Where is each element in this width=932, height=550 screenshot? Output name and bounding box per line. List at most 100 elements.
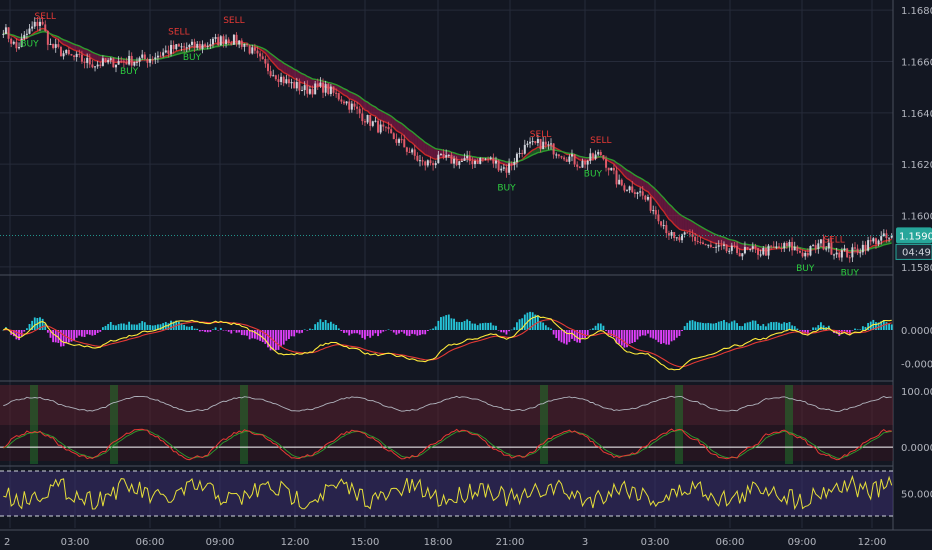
candle[interactable]: [117, 61, 120, 65]
trading-chart[interactable]: SELL BUY BUY SELL BUY SELL BUY SELL BUY SELL SELL B…: [0, 0, 932, 550]
candle[interactable]: [833, 254, 836, 256]
candle[interactable]: [356, 106, 359, 109]
candle[interactable]: [138, 57, 141, 62]
candle[interactable]: [660, 221, 663, 226]
candle[interactable]: [513, 162, 516, 165]
candle[interactable]: [607, 167, 610, 171]
candle[interactable]: [264, 59, 267, 64]
candle[interactable]: [757, 248, 760, 255]
candle[interactable]: [722, 244, 725, 246]
candle[interactable]: [170, 44, 173, 54]
candle[interactable]: [772, 246, 775, 248]
candle[interactable]: [576, 164, 579, 167]
candle[interactable]: [269, 71, 272, 77]
candle[interactable]: [319, 82, 322, 87]
candle[interactable]: [518, 153, 521, 155]
candle[interactable]: [358, 108, 361, 114]
candle[interactable]: [662, 225, 665, 227]
candle[interactable]: [133, 61, 136, 66]
candle[interactable]: [557, 154, 560, 157]
candle[interactable]: [196, 43, 199, 48]
candle[interactable]: [384, 126, 387, 128]
candle[interactable]: [183, 46, 186, 48]
candle[interactable]: [382, 124, 385, 127]
candle[interactable]: [363, 121, 366, 123]
candle[interactable]: [531, 141, 534, 143]
candle[interactable]: [416, 155, 419, 161]
candle[interactable]: [694, 236, 697, 242]
candle[interactable]: [12, 41, 15, 44]
candle[interactable]: [214, 37, 217, 39]
candle[interactable]: [25, 33, 28, 35]
candle[interactable]: [31, 26, 34, 29]
candle[interactable]: [521, 153, 524, 155]
candle[interactable]: [301, 90, 304, 92]
candle[interactable]: [316, 83, 319, 87]
candle[interactable]: [122, 61, 125, 63]
candle[interactable]: [374, 120, 377, 122]
candle[interactable]: [350, 103, 353, 110]
candle[interactable]: [654, 210, 657, 215]
candle[interactable]: [353, 103, 356, 107]
candle[interactable]: [460, 160, 463, 162]
candle[interactable]: [345, 101, 348, 104]
candle[interactable]: [408, 151, 411, 153]
candle[interactable]: [332, 86, 335, 93]
candle[interactable]: [287, 79, 290, 84]
candle[interactable]: [240, 40, 243, 47]
candle[interactable]: [665, 225, 668, 234]
candle[interactable]: [15, 41, 18, 49]
candle[interactable]: [49, 43, 52, 45]
candle[interactable]: [529, 141, 532, 144]
candle[interactable]: [809, 245, 812, 256]
candle[interactable]: [41, 21, 44, 25]
candle[interactable]: [867, 240, 870, 251]
candle[interactable]: [335, 92, 338, 94]
candle[interactable]: [702, 242, 705, 245]
candle[interactable]: [248, 45, 251, 54]
candle[interactable]: [675, 237, 678, 239]
candle[interactable]: [88, 57, 91, 65]
candle[interactable]: [398, 139, 401, 143]
candle[interactable]: [864, 244, 867, 251]
candle[interactable]: [67, 49, 70, 55]
candle[interactable]: [450, 154, 453, 164]
candle[interactable]: [759, 254, 762, 256]
candle[interactable]: [458, 161, 461, 166]
candle[interactable]: [426, 160, 429, 166]
candle[interactable]: [508, 163, 511, 173]
candle[interactable]: [825, 248, 828, 250]
candle[interactable]: [463, 158, 466, 161]
candle[interactable]: [293, 82, 296, 89]
candle[interactable]: [636, 192, 639, 194]
candle[interactable]: [762, 248, 765, 255]
candle[interactable]: [172, 44, 175, 50]
candle[interactable]: [253, 47, 256, 51]
candle[interactable]: [843, 248, 846, 251]
candle[interactable]: [442, 153, 445, 158]
candle[interactable]: [563, 157, 566, 160]
candle[interactable]: [128, 55, 131, 65]
candle[interactable]: [767, 245, 770, 256]
candle[interactable]: [526, 143, 529, 145]
candle[interactable]: [10, 38, 13, 44]
candle[interactable]: [62, 53, 65, 57]
candle[interactable]: [211, 38, 214, 45]
candle[interactable]: [280, 76, 283, 83]
candle[interactable]: [290, 82, 293, 84]
candle[interactable]: [340, 99, 343, 102]
candle[interactable]: [476, 160, 479, 164]
candle[interactable]: [377, 120, 380, 133]
candle[interactable]: [848, 257, 851, 259]
candle[interactable]: [405, 147, 408, 152]
candle[interactable]: [28, 28, 31, 34]
candle[interactable]: [539, 139, 542, 150]
candle[interactable]: [888, 237, 891, 239]
candle[interactable]: [193, 41, 196, 48]
candle[interactable]: [497, 160, 500, 171]
candle[interactable]: [796, 246, 799, 251]
candle[interactable]: [741, 253, 744, 257]
candle[interactable]: [597, 152, 600, 155]
candle[interactable]: [544, 141, 547, 145]
candle[interactable]: [573, 154, 576, 165]
